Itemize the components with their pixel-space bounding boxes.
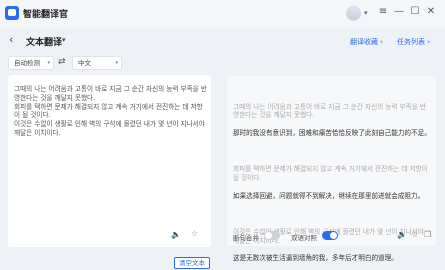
sentence-merge-label: 断句合并: [233, 234, 259, 242]
copy-icon[interactable]: ❐: [424, 230, 431, 239]
sentence-merge-toggle[interactable]: [264, 231, 280, 240]
speaker-icon[interactable]: 🔈: [397, 230, 407, 239]
translation-paragraph: 그때의 나는 어려움과 고통이 바로 지금 그 순간 자신의 능력 부족을 반영…: [233, 94, 431, 147]
translation-paragraph: 회피를 택하면 문제가 해결되지 않고 계속 거기에서 전진하는 데 저항이 될…: [233, 156, 431, 209]
close-icon[interactable]: ✕: [425, 5, 437, 19]
favorites-link-label: 翻译收藏: [350, 38, 378, 46]
translation-target-line: 那时的我没有意识到，困难和痛苦恰恰反映了此刻自己能力的不足。: [233, 128, 431, 137]
source-language-select[interactable]: 自动检测 ▾: [8, 56, 54, 70]
translation-target-line: 如果选择回避，问题就得不到解决，继续在那里前进就会成阻力。: [233, 191, 425, 200]
clear-text-button[interactable]: 清空文本: [174, 257, 210, 269]
avatar[interactable]: [346, 6, 361, 21]
chevron-down-icon: ▾: [115, 60, 118, 66]
chevron-right-icon: ›: [380, 38, 384, 46]
maximize-icon[interactable]: ☐: [409, 5, 421, 19]
app-title: 智能翻译官: [23, 10, 69, 20]
bilingual-label: 双语对照: [291, 234, 317, 242]
task-list-link-label: 任务列表: [397, 38, 425, 46]
page-title[interactable]: 文本翻译: [26, 35, 62, 48]
target-language-select[interactable]: 中文 ▾: [72, 56, 122, 70]
star-icon[interactable]: ☆: [411, 230, 418, 239]
translation-source-line: 회피를 택하면 문제가 해결되지 않고 계속 거기에서 전진하는 데 저항이 될…: [233, 165, 428, 182]
target-language-value: 中文: [78, 59, 91, 67]
chevron-down-icon[interactable]: ▾: [62, 36, 66, 44]
star-icon[interactable]: ☆: [191, 229, 198, 238]
translation-paragraph: 이것은 수없이 생활로 인해 벽의 구석에 몰렸던 내가 몇 년이 지나서야 깨…: [233, 219, 431, 270]
translation-target-line: 这是无数次被生活逼到墙角的我，多年后才明白的道理。: [233, 254, 398, 263]
bilingual-toggle[interactable]: [322, 231, 338, 240]
toggle-knob: [265, 232, 272, 239]
app-logo-icon: [5, 6, 19, 20]
minimize-icon[interactable]: —: [393, 5, 405, 19]
source-language-value: 自动检测: [14, 59, 40, 67]
chevron-right-icon: ›: [427, 38, 431, 46]
swap-languages-icon[interactable]: ⇄: [58, 57, 66, 67]
menu-icon[interactable]: ≡: [377, 5, 389, 19]
chevron-down-icon: ▾: [47, 60, 50, 66]
speaker-icon[interactable]: 🔈: [171, 230, 181, 239]
chevron-down-icon[interactable]: ▾: [364, 9, 368, 17]
back-button[interactable]: ‹: [9, 33, 13, 46]
translation-source-line: 그때의 나는 어려움과 고통이 바로 지금 그 순간 자신의 능력 부족을 반영…: [233, 102, 426, 120]
translation-output: 그때의 나는 어려움과 고통이 바로 지금 그 순간 자신의 능력 부족을 반영…: [233, 85, 431, 270]
toggle-knob: [330, 232, 337, 239]
favorites-link[interactable]: 翻译收藏 ›: [350, 37, 383, 47]
task-list-link[interactable]: 任务列表 ›: [397, 37, 430, 47]
source-text-input[interactable]: 그때의 나는 어려움과 고통이 바로 지금 그 순간 자신의 능력 부족을 반영…: [14, 85, 207, 138]
